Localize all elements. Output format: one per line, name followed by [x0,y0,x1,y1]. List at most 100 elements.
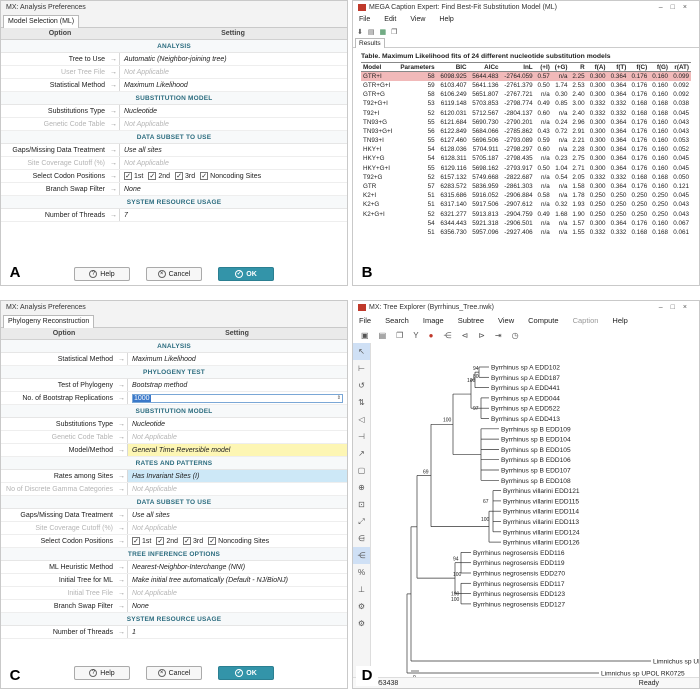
taxon-label[interactable]: Byrrhinus sp B EDD106 [501,457,571,464]
arrow-icon[interactable]: ⇥ [495,331,502,340]
option-row[interactable]: Number of Threads → 7 [1,209,347,222]
option-value[interactable]: 1 [127,626,347,638]
filter-icon[interactable]: Y [413,331,418,340]
text-icon[interactable]: ▢ [353,462,370,479]
codon-checkbox[interactable]: ✓ 1st [124,172,143,180]
compress-icon[interactable]: ◁ [353,411,370,428]
root-icon[interactable]: ⊢ [353,360,370,377]
option-row[interactable]: No. of Bootstrap Replications → 1000 ⇕ [1,392,347,405]
ok-button[interactable]: ✓ OK [218,666,274,680]
table-row[interactable]: TN93+G 55 6121.684 5690.730 -2790.201 n/a 0.24… [361,118,691,127]
option-row[interactable]: Tree to Use → Automatic (Neighbor-joining … [1,53,347,66]
option-row[interactable]: Select Codon Positions → ✓ 1st ✓ 2nd ✓ 3rd ✓ Nonc… [1,170,347,183]
window-controls[interactable]: –□× [659,301,695,314]
taxon-label[interactable]: Byrrhinus sp B EDD105 [501,447,571,454]
table-row[interactable]: HKY+G 54 6128.311 5705.187 -2798.435 n/a 0.23 2… [361,154,691,163]
info-icon[interactable]: ● [429,331,434,340]
codon-checkbox[interactable]: ✓ 3rd [175,172,195,180]
option-row[interactable]: Statistical Method → Maximum Likelihood [1,79,347,92]
excel-icon[interactable]: ▦ [380,28,387,36]
option-value[interactable]: Nucleotide [127,418,347,430]
codon-checkbox[interactable]: ✓ Noncoding Sites [208,537,269,545]
menu-item[interactable]: File [359,14,370,26]
copy-icon[interactable]: ❐ [396,331,403,340]
table-row[interactable]: T92+G+I 53 6119.148 5703.853 -2798.774 0.49 0.… [361,99,691,108]
option-row[interactable]: Model/Method → General Time Reversible mod… [1,444,347,457]
tab-results[interactable]: Results [355,38,385,48]
taxon-label[interactable]: Byrrhinus sp A EDD187 [491,375,560,382]
option-value[interactable]: Nearest-Neighbor-Interchange (NNI) [127,561,347,573]
window-controls[interactable]: –□× [659,1,695,14]
save-icon[interactable]: ⬇ [357,28,363,36]
mark-icon[interactable]: ↗ [353,445,370,462]
tab-phylogeny-reconstruction[interactable]: Phylogeny Reconstruction [3,315,95,328]
table-row[interactable]: K2+I 51 6315.686 5916.052 -2906.884 0.58 n/a 1.… [361,191,691,200]
menu-item[interactable]: Help [612,314,627,328]
table-row[interactable]: GTR+G 58 6106.249 5651.807 -2767.721 n/a 0.30 2… [361,90,691,99]
option-value[interactable]: Nucleotide [119,105,347,117]
option-row[interactable]: Statistical Method → Maximum Likelihood [1,353,347,366]
clock-icon[interactable]: ◷ [512,331,519,340]
option-row[interactable]: Number of Threads → 1 [1,626,347,639]
option-row[interactable]: Substitutions Type → Nucleotide [1,418,347,431]
help-button[interactable]: ? Help [74,666,130,680]
menu-item[interactable]: Caption [573,314,599,328]
taxon-label[interactable]: Byrrhinus sp B EDD108 [501,478,571,485]
codon-checkbox[interactable]: ✓ 3rd [183,537,203,545]
option-value[interactable]: 7 [119,209,347,221]
taxon-label[interactable]: Byrrhinus villarini EDD121 [503,488,580,495]
zoom-icon[interactable]: ⊕ [353,479,370,496]
option-value[interactable]: Has Invariant Sites (I) [127,470,347,482]
taxon-label[interactable]: Byrrhinus sp B EDD104 [501,437,571,444]
table-row[interactable]: T92+I 52 6120.031 5712.567 -2804.137 0.60 n/a 2… [361,108,691,117]
table-row[interactable]: K2+G+I 52 6321.277 5913.813 -2904.759 0.49 1.6… [361,210,691,219]
table-row[interactable]: HKY+G+I 55 6129.116 5698.162 -2793.917 0.50 1.… [361,164,691,173]
codon-checkbox[interactable]: ✓ Noncoding Sites [200,172,261,180]
taxon-label[interactable]: Byrrhinus negrosensis EDD116 [473,550,565,557]
taxon-label[interactable]: Byrrhinus villarini EDD113 [503,519,579,526]
tab-model-selection[interactable]: Model Selection (ML) [3,15,80,28]
menu-item[interactable]: Edit [384,14,396,26]
flip-icon[interactable]: ↺ [353,377,370,394]
option-value[interactable]: Maximum Likelihood [127,353,347,365]
taxon-label[interactable]: Byrrhinus sp A EDD044 [491,395,560,402]
taxon-label[interactable]: Byrrhinus negrosensis EDD270 [473,571,565,578]
print-icon[interactable]: ▤ [368,28,375,36]
copy-icon[interactable]: ❐ [391,28,397,36]
menu-item[interactable]: File [359,314,371,328]
swap-icon[interactable]: ⇅ [353,394,370,411]
table-row[interactable]: HKY+I 54 6128.036 5704.911 -2798.297 0.60 n/a 2… [361,145,691,154]
taxon-label[interactable]: Byrrhinus negrosensis EDD119 [473,560,565,567]
option-value[interactable]: None [119,183,347,195]
taxon-label[interactable]: Byrrhinus negrosensis EDD127 [473,601,565,608]
taxon-label[interactable]: Byrrhinus villarini EDD115 [503,498,579,505]
help-button[interactable]: ? Help [74,267,130,281]
option-value[interactable]: General Time Reversible model [127,444,347,456]
taxon-label[interactable]: Byrrhinus villarini EDD124 [503,529,580,536]
table-row[interactable]: GTR+G+I 59 6103.407 5641.136 -2761.379 0.50 1.… [361,81,691,90]
tree-icon[interactable]: ⋲ [443,331,451,340]
taxon-label[interactable]: Byrrhinus sp B EDD107 [501,468,571,475]
taxon-label[interactable]: Byrrhinus sp A EDD413 [491,416,560,423]
option-row[interactable]: Branch Swap Filter → None [1,183,347,196]
percent-icon[interactable]: % [353,564,370,581]
option-value[interactable]: None [127,600,347,612]
taxon-label[interactable]: Byrrhinus sp A EDD522 [491,406,560,413]
option-row[interactable]: Initial Tree for ML → Make initial tree au… [1,574,347,587]
option-row[interactable]: Gaps/Missing Data Treatment → Use all site… [1,144,347,157]
taxon-label[interactable]: Byrrhinus sp B EDD109 [501,426,571,433]
codon-checkbox[interactable]: ✓ 2nd [156,537,178,545]
taxon-label[interactable]: Byrrhinus negrosensis EDD123 [473,591,565,598]
option-value[interactable]: ✓ 1st ✓ 2nd ✓ 3rd ✓ Noncoding Sites [119,170,347,182]
swap-icon[interactable]: ⊳ [478,331,485,340]
option-row[interactable]: Substitutions Type → Nucleotide [1,105,347,118]
table-row[interactable]: GTR 57 6283.572 5836.959 -2861.303 n/a n/a 1.58… [361,182,691,191]
option-row[interactable]: Gaps/Missing Data Treatment → Use all site… [1,509,347,522]
option-row[interactable]: ML Heuristic Method → Nearest-Neighbor-Int… [1,561,347,574]
expand-icon[interactable]: ⤢ [353,513,370,530]
bootstrap-replications-input[interactable]: 1000 ⇕ [132,393,343,403]
option-row[interactable]: Select Codon Positions → ✓ 1st ✓ 2nd ✓ 3rd ✓ Nonc… [1,535,347,548]
taxon-label[interactable]: Byrrhinus villarini EDD126 [503,540,580,547]
subtree-icon[interactable]: ⊣ [353,428,370,445]
codon-checkbox[interactable]: ✓ 1st [132,537,151,545]
